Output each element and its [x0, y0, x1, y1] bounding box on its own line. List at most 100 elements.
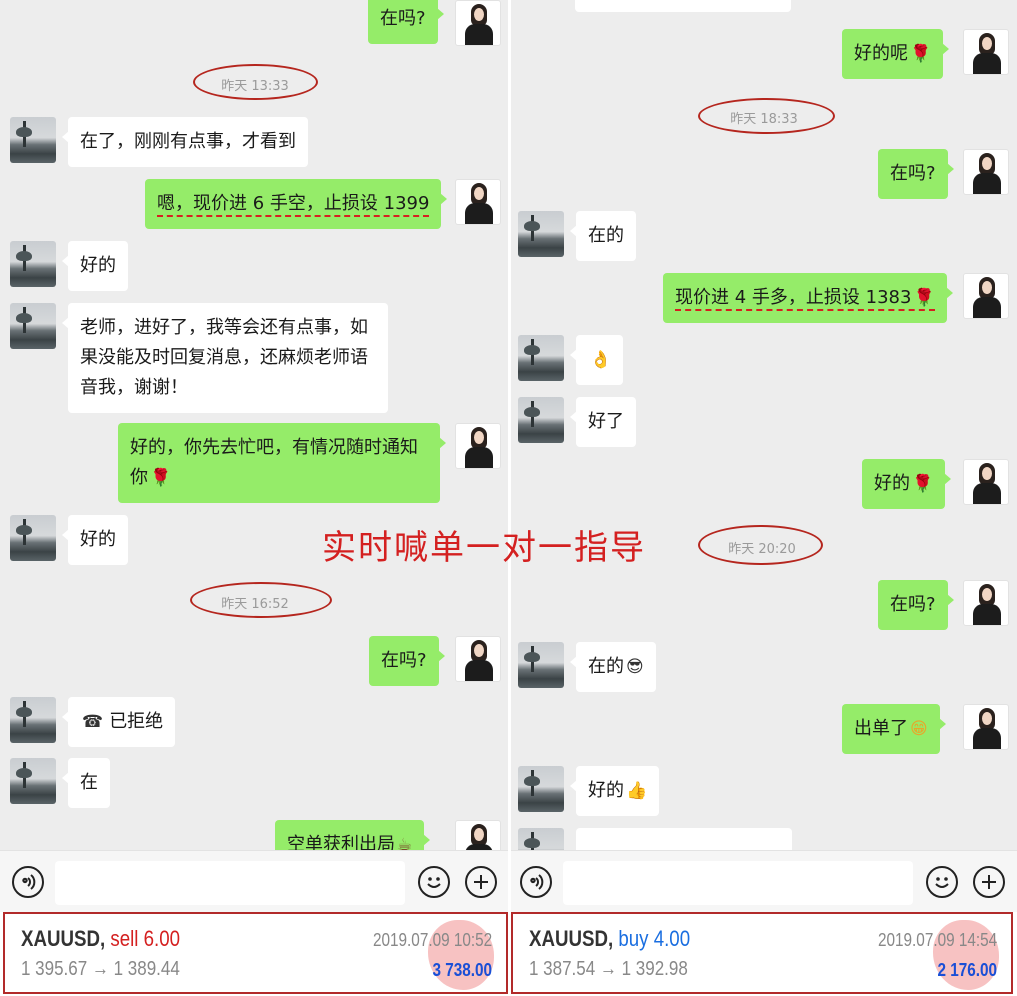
timestamp: 昨天 18:33 [730, 112, 798, 127]
avatar-self[interactable] [455, 636, 501, 682]
call-declined-icon: ☎ [82, 712, 104, 732]
plus-icon[interactable] [465, 866, 497, 898]
message-text: 老师，进好了，我等会还有点事，如果没能及时回复消息，还麻烦老师语音我，谢谢！ [80, 317, 368, 398]
message-text: 出单了 [854, 718, 908, 739]
avatar-contact[interactable] [10, 697, 56, 743]
emoji-icon[interactable] [926, 866, 958, 898]
avatar-self[interactable] [455, 820, 501, 850]
chat-pane-left[interactable]: 在吗? 昨天 13:33 在了，刚刚有点事，才看到 嗯，现价进 6 手空，止损设… [0, 0, 508, 850]
avatar-self[interactable] [963, 580, 1009, 626]
trade-card-buy[interactable]: XAUUSD, buy 4.00 1 387.54 → 1 392.98 201… [511, 912, 1013, 994]
sunglasses-icon: 😎 [626, 657, 644, 677]
avatar-self[interactable] [963, 704, 1009, 750]
trade-prices: 1 387.54 → 1 392.98 [529, 958, 688, 980]
trade-card-sell[interactable]: XAUUSD, sell 6.00 1 395.67 → 1 389.44 20… [3, 912, 508, 994]
message-bubble-outgoing[interactable]: 嗯，现价进 6 手空，止损设 1399 [145, 179, 448, 229]
voice-icon[interactable] [12, 866, 44, 898]
avatar-contact[interactable] [518, 766, 564, 812]
timestamp: 昨天 16:52 [221, 597, 289, 612]
message-bubble-incoming[interactable]: 在 [62, 758, 110, 808]
trade-symbol: XAUUSD, sell 6.00 [21, 926, 180, 952]
voice-icon[interactable] [520, 866, 552, 898]
ok-hand-icon: 👌 [590, 350, 612, 370]
message-bubble-outgoing[interactable]: 出单了 😁 [842, 704, 946, 754]
message-bubble-outgoing[interactable]: 现价进 4 手多，止损设 1383 🌹 [663, 273, 953, 323]
message-bubble-incoming[interactable]: ☎ 已拒绝 [61, 697, 176, 747]
avatar-contact[interactable] [518, 335, 564, 381]
message-text: 好的，你先去忙吧，有情况随时通知你 [130, 437, 418, 488]
avatar-self[interactable] [455, 179, 501, 225]
message-bubble-incoming[interactable]: 在了，刚刚有点事，才看到 [62, 117, 308, 167]
avatar-contact[interactable] [10, 241, 56, 287]
message-text: 好的 [588, 780, 624, 801]
message-bubble-incoming[interactable]: 好的 👍 [569, 766, 660, 816]
trade-prices: 1 395.67 → 1 389.44 [21, 958, 180, 980]
message-bubble-outgoing[interactable]: 在吗? [369, 636, 445, 686]
message-bubble-incoming[interactable]: 在的 [570, 211, 636, 261]
message-text: 在的 [588, 225, 624, 246]
message-bubble-incoming[interactable] [576, 828, 792, 850]
avatar-contact[interactable] [10, 515, 56, 561]
emoji-icon[interactable] [418, 866, 450, 898]
thumbs-up-icon: 👍 [626, 781, 648, 801]
rose-icon: 🌹 [910, 44, 932, 64]
message-bubble-outgoing[interactable]: 空单获利出局 ☕ [275, 820, 431, 850]
avatar-contact[interactable] [518, 211, 564, 257]
message-text: 好了 [588, 411, 624, 432]
message-bubble-outgoing[interactable]: 在吗? [878, 580, 954, 630]
avatar-contact[interactable] [518, 642, 564, 688]
input-bar-right [511, 850, 1017, 912]
symbol-text: XAUUSD, [21, 926, 106, 951]
message-input[interactable] [55, 861, 405, 905]
avatar-self[interactable] [963, 29, 1009, 75]
avatar-self[interactable] [963, 149, 1009, 195]
trade-profit: 2 176.00 [937, 960, 997, 980]
message-bubble-outgoing[interactable]: 好的呢 🌹 [842, 29, 950, 79]
trade-side: buy 4.00 [618, 926, 691, 951]
message-bubble-incoming[interactable]: 老师，进好了，我等会还有点事，如果没能及时回复消息，还麻烦老师语音我，谢谢！ [62, 303, 388, 413]
avatar-contact[interactable] [10, 117, 56, 163]
rose-icon: 🌹 [150, 468, 172, 488]
message-text: 好的呢 [854, 43, 908, 64]
message-bubble-outgoing[interactable]: 好的，你先去忙吧，有情况随时通知你 🌹 [118, 423, 446, 503]
message-bubble-outgoing[interactable]: 好的 🌹 [862, 459, 952, 509]
message-bubble-incoming[interactable] [575, 0, 791, 12]
avatar-contact[interactable] [518, 397, 564, 443]
message-text: 已拒绝 [109, 711, 164, 732]
symbol-text: XAUUSD, [529, 926, 614, 951]
message-bubble-outgoing[interactable]: 在吗? [368, 0, 444, 44]
chat-pane-right[interactable]: 好的呢 🌹 昨天 18:33 在吗? 在的 现价进 4 手多，止损设 1383 🌹 … [511, 0, 1017, 850]
trade-side: sell 6.00 [110, 926, 181, 951]
message-bubble-incoming[interactable]: 好的 [62, 241, 128, 291]
input-bar-left [0, 850, 508, 912]
timestamp: 昨天 20:20 [728, 542, 796, 557]
message-bubble-outgoing[interactable]: 在吗? [878, 149, 954, 199]
message-bubble-incoming[interactable]: 👌 [569, 335, 624, 385]
message-input[interactable] [563, 861, 913, 905]
avatar-self[interactable] [455, 0, 501, 46]
message-bubble-incoming[interactable]: 好了 [570, 397, 636, 447]
message-text: 好的 [874, 473, 910, 494]
rose-icon: 🌹 [912, 474, 934, 494]
avatar-contact[interactable] [10, 303, 56, 349]
avatar-contact[interactable] [518, 828, 564, 850]
message-text: 在吗? [381, 650, 427, 671]
message-text: 在 [80, 772, 98, 793]
trade-symbol: XAUUSD, buy 4.00 [529, 926, 690, 952]
message-text: 空单获利出局 [287, 834, 395, 850]
message-text: 好的 [80, 529, 116, 550]
message-bubble-incoming[interactable]: 在的 😎 [570, 642, 656, 692]
avatar-self[interactable] [455, 423, 501, 469]
message-text: 在的 [588, 656, 624, 677]
trade-datetime: 2019.07.09 10:52 [372, 930, 492, 950]
message-text: 在吗? [890, 594, 936, 615]
avatar-self[interactable] [963, 459, 1009, 505]
pane-divider [508, 0, 511, 996]
avatar-contact[interactable] [10, 758, 56, 804]
avatar-self[interactable] [963, 273, 1009, 319]
message-text: 现价进 4 手多，止损设 1383 🌹 [675, 287, 935, 311]
watermark-caption: 实时喊单一对一指导 [322, 528, 646, 568]
plus-icon[interactable] [973, 866, 1005, 898]
message-bubble-incoming[interactable]: 好的 [62, 515, 128, 565]
message-text: 在吗? [380, 8, 426, 29]
